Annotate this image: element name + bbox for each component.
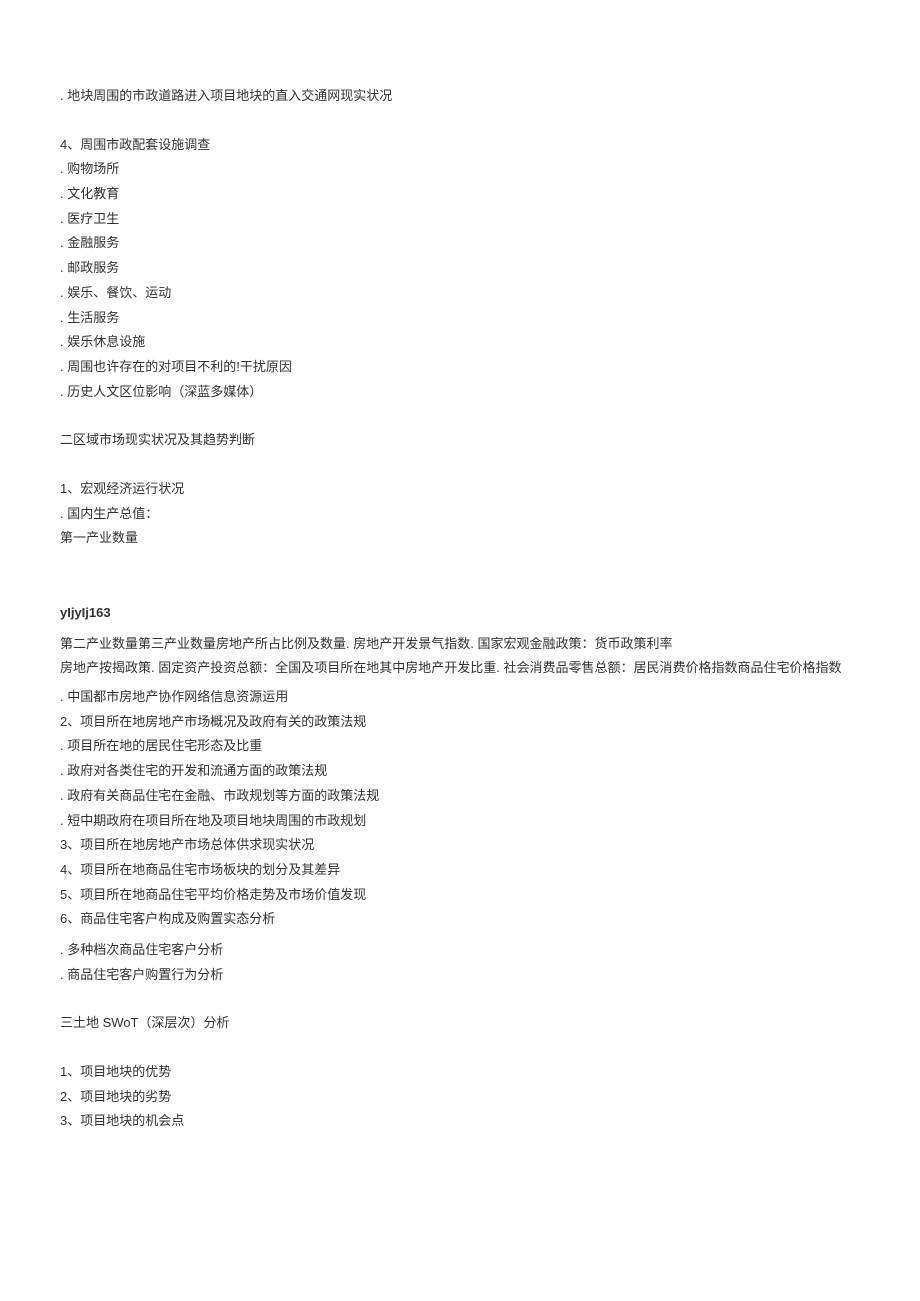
list2-item: 6、商品住宅客户构成及购置实态分析	[60, 907, 860, 932]
list2-item: . 项目所在地的居民住宅形态及比重	[60, 734, 860, 759]
list3-item: . 多种档次商品住宅客户分析	[60, 938, 860, 963]
section4-item: . 历史人文区位影响（深蓝多媒体）	[60, 380, 860, 405]
macro-item: . 国内生产总值：	[60, 502, 860, 527]
swot-item: 3、项目地块的机会点	[60, 1109, 860, 1134]
swot-item: 1、项目地块的优势	[60, 1060, 860, 1085]
code-header: yIjyIj163	[60, 601, 860, 626]
area-title-block: 二区域市场现实状况及其趋势判断	[60, 428, 860, 453]
section-4-items: . 购物场所. 文化教育. 医疗卫生. 金融服务. 邮政服务. 娱乐、餐饮、运动…	[60, 157, 860, 404]
list2-item: 5、项目所在地商品住宅平均价格走势及市场价值发现	[60, 883, 860, 908]
section4-item: . 医疗卫生	[60, 207, 860, 232]
swot-title: 三土地 SWoT（深层次）分析	[60, 1011, 860, 1036]
macro-title: 1、宏观经济运行状况	[60, 477, 860, 502]
list2-item: 3、项目所在地房地产市场总体供求现实状况	[60, 833, 860, 858]
list3-item: . 商品住宅客户购置行为分析	[60, 963, 860, 988]
section4-item: . 周围也许存在的对项目不利的!干扰原因	[60, 355, 860, 380]
swot-title-block: 三土地 SWoT（深层次）分析	[60, 1011, 860, 1036]
macro-items: . 国内生产总值：第一产业数量	[60, 502, 860, 551]
list2-item: . 短中期政府在项目所在地及项目地块周围的市政规划	[60, 809, 860, 834]
section4-item: . 金融服务	[60, 231, 860, 256]
document-page: . 地块周围的市政道路进入项目地块的直入交通网现实状况 4、周围市政配套设施调查…	[0, 0, 920, 1301]
top-line-text: . 地块周围的市政道路进入项目地块的直入交通网现实状况	[60, 84, 860, 109]
macro-block: 1、宏观经济运行状况 . 国内生产总值：第一产业数量	[60, 477, 860, 551]
list2-item: 2、项目所在地房地产市场概况及政府有关的政策法规	[60, 710, 860, 735]
para2: 房地产按揭政策. 固定资产投资总额：全国及项目所在地其中房地产开发比重. 社会消…	[60, 656, 860, 681]
section-4-title: 4、周围市政配套设施调查	[60, 133, 860, 158]
top-block: . 地块周围的市政道路进入项目地块的直入交通网现实状况	[60, 84, 860, 109]
list2-item: 4、项目所在地商品住宅市场板块的划分及其差异	[60, 858, 860, 883]
list3-block: . 多种档次商品住宅客户分析. 商品住宅客户购置行为分析	[60, 938, 860, 987]
list2-item: . 政府有关商品住宅在金融、市政规划等方面的政策法规	[60, 784, 860, 809]
section4-item: . 邮政服务	[60, 256, 860, 281]
section4-item: . 娱乐休息设施	[60, 330, 860, 355]
area-title: 二区域市场现实状况及其趋势判断	[60, 428, 860, 453]
para-block-1: 第二产业数量第三产业数量房地产所占比例及数量. 房地产开发景气指数. 国家宏观金…	[60, 632, 860, 681]
para1: 第二产业数量第三产业数量房地产所占比例及数量. 房地产开发景气指数. 国家宏观金…	[60, 632, 860, 657]
section-4-block: 4、周围市政配套设施调查 . 购物场所. 文化教育. 医疗卫生. 金融服务. 邮…	[60, 133, 860, 405]
section4-item: . 娱乐、餐饮、运动	[60, 281, 860, 306]
list2-item: . 中国都市房地产协作网络信息资源运用	[60, 685, 860, 710]
section4-item: . 文化教育	[60, 182, 860, 207]
list2-block: . 中国都市房地产协作网络信息资源运用2、项目所在地房地产市场概况及政府有关的政…	[60, 685, 860, 932]
section4-item: . 生活服务	[60, 306, 860, 331]
swot-item: 2、项目地块的劣势	[60, 1085, 860, 1110]
section4-item: . 购物场所	[60, 157, 860, 182]
swot-items-block: 1、项目地块的优势2、项目地块的劣势3、项目地块的机会点	[60, 1060, 860, 1134]
macro-item: 第一产业数量	[60, 526, 860, 551]
list2-item: . 政府对各类住宅的开发和流通方面的政策法规	[60, 759, 860, 784]
